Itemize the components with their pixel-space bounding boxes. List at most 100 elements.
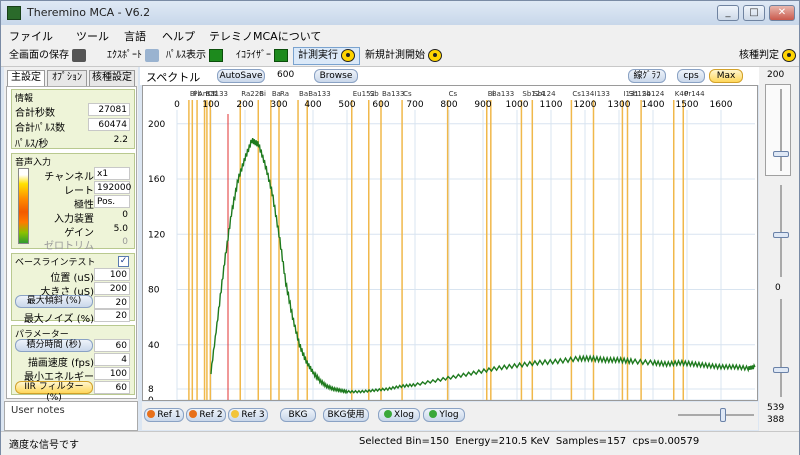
min-energy-value[interactable]: 100 [94, 367, 130, 380]
nuclide-label: Ba133 [382, 90, 404, 98]
equalizer-button[interactable]: ｲｺﾗｲｻﾞｰ [236, 48, 288, 64]
tab-nuclide-settings[interactable]: 核種設定 [89, 70, 135, 86]
xlog-button[interactable]: Xlog [378, 408, 420, 422]
nuclide-label: Sb124 [533, 90, 556, 98]
gain-slider-thumb[interactable] [773, 232, 789, 238]
equalizer-label: ｲｺﾗｲｻﾞｰ [236, 50, 271, 61]
zoom-slider-thumb[interactable] [720, 408, 726, 422]
new-measurement-button[interactable]: 新規計測開始 [365, 48, 442, 64]
graph-bottom-bar: Ref 1 Ref 2 Ref 3 BKG BKG使用 Xlog Ylog [142, 402, 758, 430]
rate-label: レート [64, 186, 94, 197]
nuclide-label: Ra [280, 90, 289, 98]
nuclide-label: Cs134 [572, 90, 594, 98]
ref1-label: Ref 1 [157, 410, 181, 420]
max-button[interactable]: Max [709, 69, 743, 83]
max-slope-button[interactable]: 最大傾斜 (%) [15, 295, 93, 308]
export-button[interactable]: ｴｸｽﾎﾟｰﾄ [107, 48, 159, 64]
channel-value[interactable]: x1 [94, 167, 130, 180]
nuclide-id-button[interactable]: 核種判定 [739, 48, 796, 64]
status-bar: 適度な信号です Selected Bin=150 Energy=210.5 Ke… [1, 431, 799, 455]
x-tick-label: 1600 [710, 100, 733, 110]
bkg-button[interactable]: BKG [280, 408, 316, 422]
input-device-value[interactable]: 0 [94, 209, 130, 222]
vertical-scale-thumb[interactable] [773, 151, 789, 157]
x-tick-label: 100 [202, 100, 219, 110]
nuclide-label: Ba133 [308, 90, 330, 98]
baseline-size-value[interactable]: 200 [94, 282, 130, 295]
value-539: 539 [767, 403, 785, 413]
nuclide-label: Sb124 [642, 90, 665, 98]
run-measurement-label: 計測実行 [298, 50, 338, 61]
gain-slider-track[interactable] [780, 185, 782, 277]
browse-button[interactable]: Browse [314, 69, 358, 83]
line-graph-button[interactable]: 線ｸﾞﾗﾌ [628, 69, 666, 83]
close-button[interactable]: ✕ [769, 5, 795, 21]
offset-slider-track[interactable] [780, 299, 782, 397]
y-tick-label: 40 [148, 341, 160, 351]
menu-help[interactable]: ヘルプ [162, 28, 195, 44]
xlog-label: Xlog [394, 410, 414, 420]
radiation-icon [782, 48, 796, 62]
ref1-indicator-icon [147, 410, 156, 418]
y-tick-label: 80 [148, 286, 160, 296]
spectrum-plot[interactable]: 0 100 200 300 400 500 600 700 800 900 1000 1100 1200… [142, 85, 758, 401]
y-tick-label: 200 [148, 120, 165, 130]
ylog-button[interactable]: Ylog [423, 408, 465, 422]
pulse-display-button[interactable]: ﾊﾟﾙｽ表示 [166, 48, 223, 64]
menu-tools[interactable]: ツール [76, 28, 109, 44]
polarity-label: 極性 [74, 200, 94, 211]
polarity-value[interactable]: Pos. [94, 195, 130, 208]
integration-time-button[interactable]: 積分時間 (秒) [15, 339, 93, 352]
integration-time-value[interactable]: 60 [94, 339, 130, 352]
baseline-position-value[interactable]: 100 [94, 268, 130, 281]
total-seconds-value: 27081 [88, 103, 130, 116]
zero-trim-value[interactable]: 0 [94, 236, 130, 249]
run-measurement-button[interactable]: 計測実行 [293, 47, 360, 65]
iir-filter-button[interactable]: IIR フィルター (%) [15, 381, 93, 403]
total-pulses-value: 60474 [88, 118, 130, 131]
draw-speed-value[interactable]: 4 [94, 353, 130, 366]
max-noise-value[interactable]: 20 [94, 309, 130, 322]
pulses-per-second-value: 2.2 [113, 135, 128, 145]
ref1-button[interactable]: Ref 1 [144, 408, 184, 422]
audio-input-title: 音声入力 [15, 158, 52, 168]
status-message: 適度な信号です [9, 440, 79, 451]
x-tick-label: 1300 [608, 100, 631, 110]
tab-options[interactable]: ｵﾌﾟｼｮﾝ [47, 70, 87, 86]
x-tick-label: 300 [270, 100, 287, 110]
iir-filter-value[interactable]: 60 [94, 381, 130, 394]
menu-about[interactable]: テレミノMCAについて [209, 28, 321, 44]
bkg-use-button[interactable]: BKG使用 [323, 408, 369, 422]
cps-button[interactable]: cps [677, 69, 705, 83]
y-tick-label: 120 [148, 230, 165, 240]
baseline-position-label: 位置 (uS) [50, 273, 94, 284]
tab-main-settings[interactable]: 主設定 [7, 70, 45, 87]
gain-value[interactable]: 5.0 [94, 223, 130, 236]
offset-slider-thumb[interactable] [773, 367, 789, 373]
spectrum-chart-svg[interactable]: 0 100 200 300 400 500 600 700 800 900 1000 1100 1200… [143, 86, 757, 400]
app-icon [7, 6, 21, 20]
autosave-button[interactable]: AutoSave [217, 69, 265, 83]
rate-value[interactable]: 192000 [94, 181, 131, 194]
menu-file[interactable]: ファイル [9, 28, 53, 44]
nuclide-label: Sb [370, 90, 379, 98]
maximize-button[interactable]: □ [743, 5, 765, 21]
new-measurement-label: 新規計測開始 [365, 50, 425, 61]
minimize-button[interactable]: _ [717, 5, 739, 21]
baseline-test-checkbox[interactable]: ✓ [118, 256, 129, 267]
ref2-button[interactable]: Ref 2 [186, 408, 226, 422]
zoom-slider-track[interactable] [678, 414, 754, 416]
export-label: ｴｸｽﾎﾟｰﾄ [107, 50, 142, 61]
settings-panel: 主設定 ｵﾌﾟｼｮﾝ 核種設定 情報 合計秒数 27081 合計ﾊﾟﾙｽ数 60… [4, 67, 138, 403]
menu-language[interactable]: 言語 [124, 28, 146, 44]
radiation-icon [428, 48, 442, 62]
user-notes-box[interactable]: User notes [4, 401, 138, 431]
save-screen-button[interactable]: 全画面の保存 [9, 48, 86, 64]
ref3-button[interactable]: Ref 3 [228, 408, 268, 422]
max-slope-value[interactable]: 20 [94, 296, 130, 309]
zero-trim-label: ゼロトリム [44, 241, 94, 252]
x-tick-label: 1100 [540, 100, 563, 110]
vertical-scale-track[interactable] [780, 89, 782, 171]
autosave-value[interactable]: 600 [277, 70, 294, 80]
channel-label: チャンネル [44, 172, 94, 183]
